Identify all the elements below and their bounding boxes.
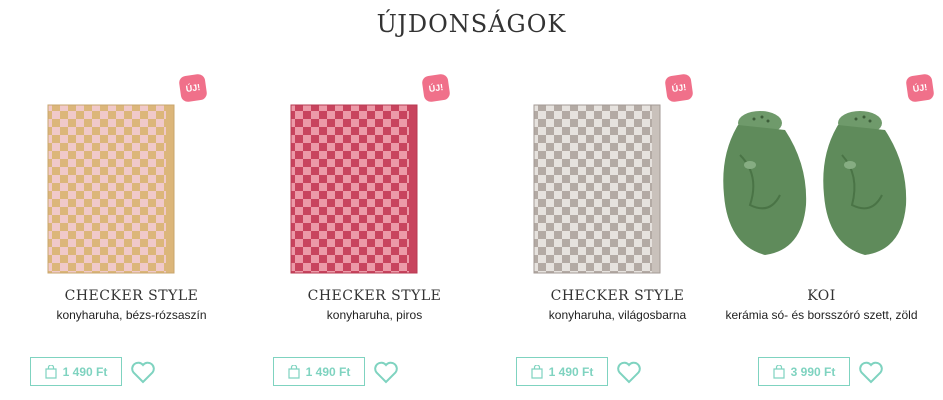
product-description: konyharuha, piros xyxy=(326,308,423,322)
price-label: 1 490 Ft xyxy=(305,364,351,379)
product-card[interactable]: ÚJ! CHECKER STYLE konyharuha, piros 1 49… xyxy=(253,70,496,400)
koi-shaker-right xyxy=(823,111,907,255)
add-to-cart-button[interactable]: 1 490 Ft xyxy=(30,357,122,386)
product-card[interactable]: ÚJ! CHECKER STYLE konyharuha, bézs-rózsa… xyxy=(10,70,253,400)
shopping-bag-icon xyxy=(288,364,300,379)
product-image[interactable] xyxy=(271,95,447,280)
product-description: konyharuha, bézs-rózsaszín xyxy=(56,308,207,322)
product-image[interactable] xyxy=(514,95,690,280)
heart-icon[interactable] xyxy=(373,360,399,384)
shopping-bag-icon xyxy=(531,364,543,379)
heart-icon[interactable] xyxy=(616,360,642,384)
shopping-bag-icon xyxy=(773,364,785,379)
price-label: 3 990 Ft xyxy=(790,364,836,379)
add-to-cart-button[interactable]: 1 490 Ft xyxy=(516,357,608,386)
heart-icon[interactable] xyxy=(130,360,156,384)
product-card[interactable]: ÚJ! KOI kerámia só- és borsszóró szett, … xyxy=(700,70,943,400)
product-description: kerámia só- és borsszóró szett, zöld xyxy=(725,308,918,322)
heart-icon[interactable] xyxy=(858,360,884,384)
product-name[interactable]: KOI xyxy=(700,288,943,304)
price-label: 1 490 Ft xyxy=(548,364,594,379)
shopping-bag-icon xyxy=(45,364,57,379)
add-to-cart-button[interactable]: 1 490 Ft xyxy=(273,357,365,386)
product-name[interactable]: CHECKER STYLE xyxy=(10,288,253,304)
add-to-cart-button[interactable]: 3 990 Ft xyxy=(758,357,850,386)
koi-shaker-left xyxy=(723,111,807,255)
product-name[interactable]: CHECKER STYLE xyxy=(253,288,496,304)
product-image[interactable] xyxy=(710,95,930,280)
product-image[interactable] xyxy=(28,95,204,280)
price-label: 1 490 Ft xyxy=(62,364,108,379)
section-title: ÚJDONSÁGOK xyxy=(376,10,567,38)
